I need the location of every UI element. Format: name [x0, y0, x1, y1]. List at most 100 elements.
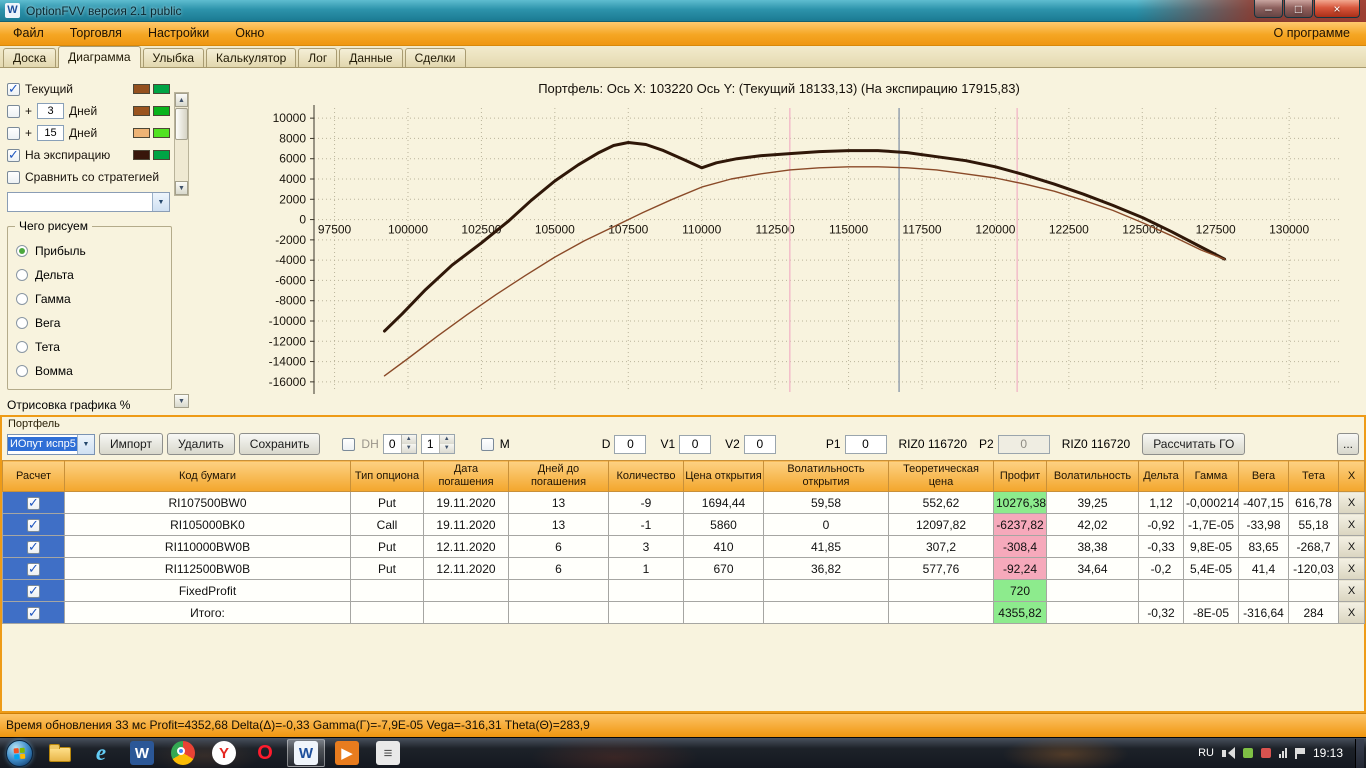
- minimize-button[interactable]: –: [1254, 0, 1283, 18]
- v2-field[interactable]: 0: [743, 434, 776, 454]
- m-checkbox[interactable]: [480, 437, 494, 451]
- expiration-checkbox[interactable]: [7, 147, 20, 163]
- row-delete-button[interactable]: X: [1338, 491, 1365, 514]
- menu-window[interactable]: Окно: [222, 22, 277, 45]
- radio-row-vega[interactable]: Вега: [16, 311, 171, 335]
- column-header-6[interactable]: Цена открытия: [683, 460, 764, 492]
- column-header-8[interactable]: Теоретическая цена: [888, 460, 994, 492]
- row-calc-checkbox[interactable]: [27, 583, 40, 599]
- expiration-color2-swatch[interactable]: [153, 150, 170, 160]
- titlebar[interactable]: W OptionFVV версия 2.1 public – □ ×: [0, 0, 1366, 22]
- taskbar-explorer-icon[interactable]: [41, 739, 79, 767]
- calc-cell[interactable]: [2, 557, 65, 580]
- column-header-11[interactable]: Дельта: [1138, 460, 1184, 492]
- spin-down-icon[interactable]: ▼: [401, 444, 416, 453]
- import-button[interactable]: Импорт: [99, 433, 163, 455]
- calc-go-button[interactable]: Рассчитать ГО: [1142, 433, 1246, 455]
- maximize-button[interactable]: □: [1284, 0, 1313, 18]
- plus3-color2-swatch[interactable]: [153, 106, 170, 116]
- plus15-color2-swatch[interactable]: [153, 128, 170, 138]
- menu-settings[interactable]: Настройки: [135, 22, 222, 45]
- taskbar-chrome-icon[interactable]: [164, 739, 202, 767]
- tray-app2-icon[interactable]: [1260, 748, 1271, 758]
- tab-deals[interactable]: Сделки: [404, 48, 466, 67]
- radio-vega[interactable]: [16, 317, 28, 329]
- taskbar-yandex-icon[interactable]: Y: [205, 739, 243, 767]
- row-calc-checkbox[interactable]: [27, 561, 40, 577]
- plus3-color1-swatch[interactable]: [133, 106, 150, 116]
- row-delete-button[interactable]: X: [1338, 557, 1365, 580]
- delete-button[interactable]: Удалить: [166, 433, 235, 455]
- column-header-14[interactable]: Тета: [1288, 460, 1339, 492]
- action-center-icon[interactable]: [1294, 747, 1305, 759]
- taskbar-media-icon[interactable]: ▶: [328, 739, 366, 767]
- spinner-2[interactable]: 1 ▲ ▼: [420, 434, 455, 454]
- row-calc-checkbox[interactable]: [27, 517, 40, 533]
- scroll-up-icon[interactable]: ▲: [175, 93, 188, 107]
- radio-row-profit[interactable]: Прибыль: [16, 239, 171, 263]
- column-header-13[interactable]: Вега: [1238, 460, 1289, 492]
- radio-row-theta[interactable]: Тета: [16, 335, 171, 359]
- column-header-3[interactable]: Дата погашения: [423, 460, 509, 492]
- row-calc-checkbox[interactable]: [27, 539, 40, 555]
- current-color2-swatch[interactable]: [153, 84, 170, 94]
- spin-down-icon[interactable]: ▼: [439, 444, 454, 453]
- network-icon[interactable]: [1278, 748, 1287, 758]
- clock[interactable]: 19:13: [1313, 746, 1343, 760]
- close-button[interactable]: ×: [1314, 0, 1360, 18]
- show-desktop-button[interactable]: [1355, 738, 1364, 768]
- scroll-down-icon[interactable]: ▼: [175, 181, 188, 195]
- save-button[interactable]: Сохранить: [238, 433, 321, 455]
- tab-log[interactable]: Лог: [298, 48, 338, 67]
- row-calc-checkbox[interactable]: [27, 495, 40, 511]
- p1-field[interactable]: 0: [844, 434, 887, 454]
- spinner-1[interactable]: 0 ▲ ▼: [382, 434, 417, 454]
- spin-up-icon[interactable]: ▲: [439, 435, 454, 444]
- radio-delta[interactable]: [16, 269, 28, 281]
- tab-diagram[interactable]: Диаграмма: [58, 46, 141, 68]
- column-header-2[interactable]: Тип опциона: [350, 460, 424, 492]
- tab-board[interactable]: Доска: [3, 48, 57, 67]
- taskbar-optionfvv-icon[interactable]: W: [287, 739, 325, 767]
- more-button[interactable]: ...: [1337, 433, 1359, 455]
- menu-file[interactable]: Файл: [0, 22, 57, 45]
- calc-cell[interactable]: [2, 579, 65, 602]
- days-3-input[interactable]: [37, 103, 65, 119]
- days-15-input[interactable]: [37, 125, 65, 141]
- menu-trade[interactable]: Торговля: [57, 22, 135, 45]
- compare-strategy-checkbox[interactable]: [7, 170, 20, 184]
- scrollbar-track[interactable]: [175, 107, 188, 181]
- v1-field[interactable]: 0: [679, 434, 712, 454]
- taskbar-opera-icon[interactable]: O: [246, 739, 284, 767]
- row-calc-checkbox[interactable]: [27, 605, 40, 621]
- column-header-15[interactable]: X: [1338, 460, 1365, 492]
- plus15-checkbox[interactable]: [7, 126, 20, 140]
- start-button[interactable]: [6, 739, 33, 767]
- radio-theta[interactable]: [16, 341, 28, 353]
- radio-row-delta[interactable]: Дельта: [16, 263, 171, 287]
- tab-calculator[interactable]: Калькулятор: [206, 48, 297, 67]
- column-header-10[interactable]: Волатильность: [1046, 460, 1139, 492]
- column-header-4[interactable]: Дней до погашения: [508, 460, 609, 492]
- d-field[interactable]: 0: [614, 434, 647, 454]
- column-header-9[interactable]: Профит: [993, 460, 1047, 492]
- calc-cell[interactable]: [2, 601, 65, 624]
- strategy-select[interactable]: ▼: [7, 192, 170, 212]
- radio-gamma[interactable]: [16, 293, 28, 305]
- spin-up-icon[interactable]: ▲: [401, 435, 416, 444]
- taskbar-office-icon[interactable]: W: [123, 739, 161, 767]
- current-checkbox[interactable]: [7, 81, 20, 97]
- radio-vomma[interactable]: [16, 365, 28, 377]
- tray-app1-icon[interactable]: [1242, 748, 1253, 758]
- scrollbar-thumb[interactable]: [175, 108, 188, 140]
- column-header-5[interactable]: Количество: [608, 460, 684, 492]
- sidebar-scrollbar[interactable]: ▲ ▼: [174, 92, 189, 196]
- menu-about[interactable]: О программе: [1258, 22, 1366, 45]
- scroll-down-bottom-icon[interactable]: ▼: [174, 394, 189, 408]
- column-header-12[interactable]: Гамма: [1183, 460, 1239, 492]
- calc-cell[interactable]: [2, 491, 65, 514]
- expiration-color1-swatch[interactable]: [133, 150, 150, 160]
- calc-cell[interactable]: [2, 535, 65, 558]
- column-header-7[interactable]: Волатильность открытия: [763, 460, 889, 492]
- row-delete-button[interactable]: X: [1338, 535, 1365, 558]
